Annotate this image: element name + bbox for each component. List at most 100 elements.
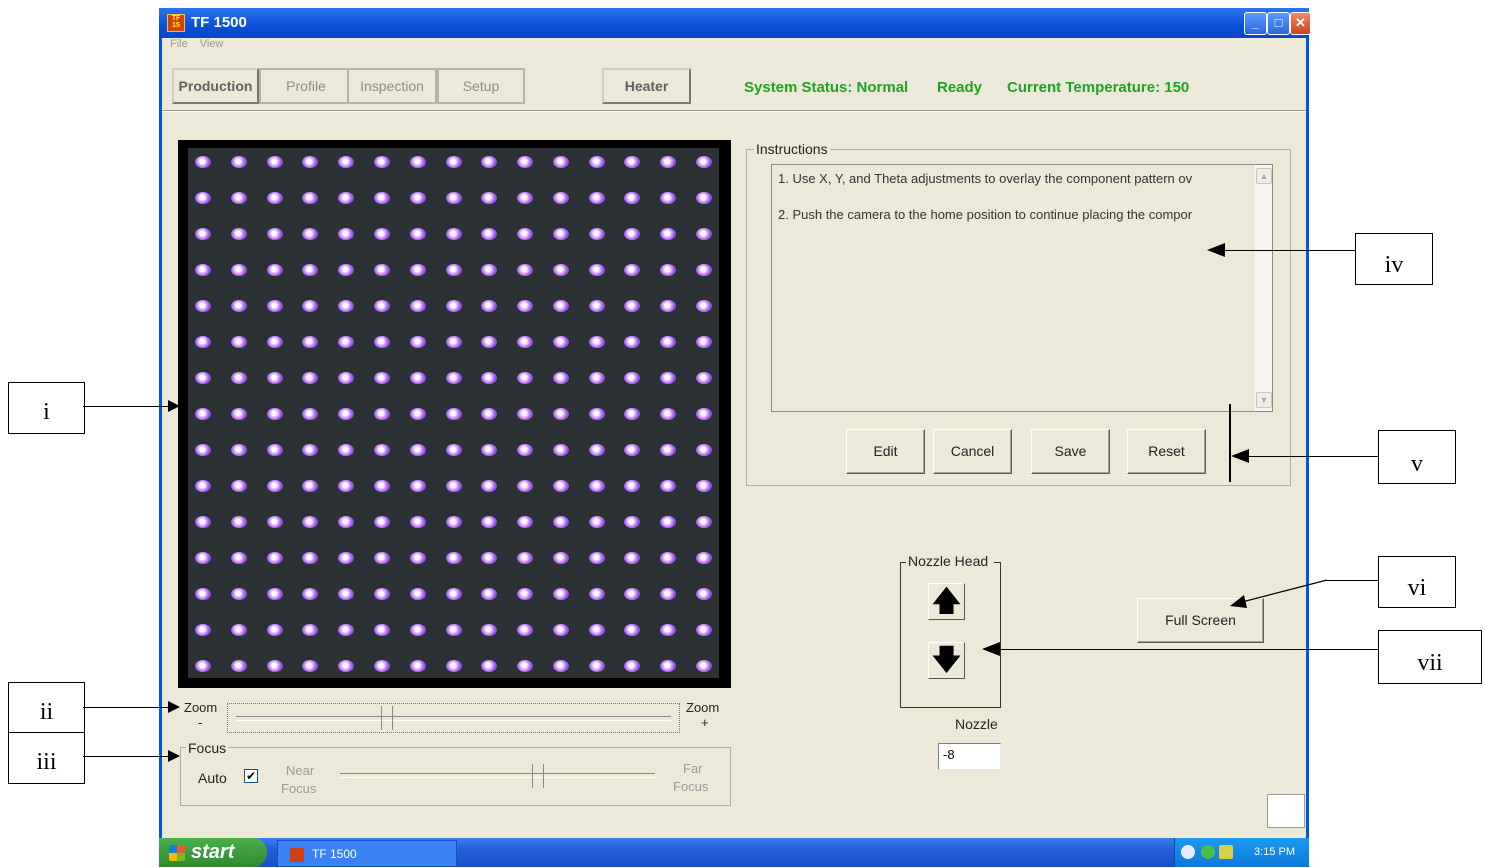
solder-ball: [410, 192, 426, 204]
arrow-up-icon[interactable]: 🡅: [928, 583, 965, 620]
solder-ball: [231, 372, 247, 384]
heater-button[interactable]: Heater: [602, 68, 691, 104]
solder-ball: [553, 408, 569, 420]
tray-chevron-icon[interactable]: [1181, 845, 1195, 859]
window-title: TF 1500: [191, 14, 247, 31]
solder-ball: [660, 444, 676, 456]
scroll-down-icon[interactable]: ▼: [1256, 392, 1272, 408]
solder-ball: [446, 516, 462, 528]
zoom-thumb[interactable]: [381, 706, 393, 730]
solder-ball: [517, 408, 533, 420]
solder-ball: [267, 480, 283, 492]
zoom-min-sign: -: [198, 715, 203, 730]
solder-ball: [231, 264, 247, 276]
solder-ball: [553, 336, 569, 348]
solder-ball: [660, 660, 676, 672]
solder-ball: [517, 444, 533, 456]
tab-inspection[interactable]: Inspection: [347, 68, 437, 104]
annotation-line: [83, 756, 169, 757]
title-bar[interactable]: TF 15 TF 1500 _ □ ✕: [159, 8, 1311, 38]
solder-ball: [517, 372, 533, 384]
solder-ball: [446, 552, 462, 564]
focus-group-label: Focus: [186, 740, 229, 756]
solder-ball: [446, 264, 462, 276]
start-button[interactable]: start: [159, 838, 267, 867]
solder-ball: [374, 408, 390, 420]
solder-ball: [410, 660, 426, 672]
solder-ball: [195, 516, 211, 528]
solder-ball: [696, 624, 712, 636]
menu-view[interactable]: View: [200, 38, 224, 50]
solder-ball: [374, 588, 390, 600]
solder-ball: [267, 372, 283, 384]
solder-ball: [195, 660, 211, 672]
solder-ball: [446, 408, 462, 420]
solder-ball: [624, 192, 640, 204]
menu-file[interactable]: File: [170, 38, 188, 50]
solder-ball: [338, 516, 354, 528]
maximize-icon[interactable]: □: [1267, 12, 1290, 35]
save-button[interactable]: Save: [1031, 429, 1110, 474]
solder-ball: [624, 264, 640, 276]
solder-ball: [481, 408, 497, 420]
taskbar-item-tf1500[interactable]: TF 1500: [277, 840, 457, 867]
zoom-max-label: Zoom: [686, 700, 720, 715]
solder-ball: [231, 624, 247, 636]
solder-ball: [660, 372, 676, 384]
solder-ball: [553, 228, 569, 240]
tab-production[interactable]: Production: [172, 68, 259, 104]
solder-ball: [696, 660, 712, 672]
solder-ball: [624, 228, 640, 240]
system-status: System Status: Normal: [744, 79, 909, 96]
solder-ball: [481, 660, 497, 672]
solder-ball: [589, 372, 605, 384]
solder-ball: [231, 480, 247, 492]
solder-ball: [302, 156, 318, 168]
solder-ball: [481, 552, 497, 564]
annotation-line: [83, 707, 169, 708]
tray-display-icon[interactable]: [1219, 845, 1233, 859]
solder-ball: [231, 444, 247, 456]
zoom-slider[interactable]: [227, 703, 680, 733]
solder-ball: [231, 300, 247, 312]
solder-ball: [267, 588, 283, 600]
solder-ball: [302, 480, 318, 492]
zoom-max-sign: +: [701, 715, 709, 730]
current-temperature: Current Temperature: 150: [1007, 79, 1190, 96]
cancel-button[interactable]: Cancel: [933, 429, 1012, 474]
solder-ball: [624, 156, 640, 168]
minimize-icon[interactable]: _: [1244, 12, 1267, 35]
nozzle-value-field[interactable]: -8: [938, 743, 1001, 770]
instructions-textbox[interactable]: 1. Use X, Y, and Theta adjustments to ov…: [771, 164, 1273, 412]
auto-focus-checkbox[interactable]: ✔: [244, 769, 258, 783]
solder-ball: [338, 552, 354, 564]
solder-ball: [696, 480, 712, 492]
tray-network-icon[interactable]: [1201, 845, 1215, 859]
solder-ball: [660, 516, 676, 528]
focus-thumb[interactable]: [532, 764, 544, 788]
solder-ball: [410, 588, 426, 600]
solder-ball: [302, 408, 318, 420]
reset-button[interactable]: Reset: [1127, 429, 1206, 474]
edit-button[interactable]: Edit: [846, 429, 925, 474]
solder-ball: [410, 372, 426, 384]
tab-setup[interactable]: Setup: [437, 68, 525, 104]
solder-ball: [231, 408, 247, 420]
solder-ball: [624, 408, 640, 420]
near-focus-label-2: Focus: [281, 781, 317, 796]
solder-ball: [267, 156, 283, 168]
solder-ball: [302, 372, 318, 384]
solder-ball: [589, 552, 605, 564]
solder-ball: [410, 156, 426, 168]
scroll-up-icon[interactable]: ▲: [1256, 168, 1272, 184]
arrow-down-icon[interactable]: 🡇: [928, 642, 965, 679]
solder-ball: [624, 372, 640, 384]
focus-slider[interactable]: [340, 762, 655, 790]
solder-ball: [338, 300, 354, 312]
instructions-scrollbar[interactable]: ▲ ▼: [1253, 165, 1272, 411]
bga-ball-grid-image: [188, 148, 719, 678]
tab-profile[interactable]: Profile: [259, 68, 353, 104]
solder-ball: [696, 372, 712, 384]
close-icon[interactable]: ✕: [1290, 12, 1311, 35]
solder-ball: [517, 480, 533, 492]
